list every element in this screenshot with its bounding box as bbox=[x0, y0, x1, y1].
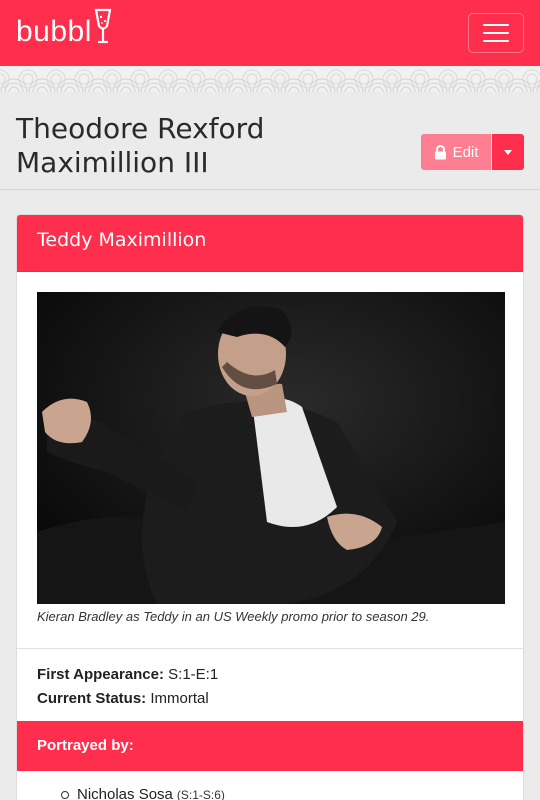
edit-dropdown-toggle[interactable] bbox=[492, 134, 524, 170]
list-item: Nicholas Sosa (S:1-S:6) bbox=[61, 786, 225, 800]
character-name: Teddy Maximillion bbox=[37, 229, 207, 251]
fact-label: Current Status: bbox=[37, 690, 147, 707]
champagne-glass-icon bbox=[93, 8, 113, 50]
portrayed-by-header: Portrayed by: bbox=[17, 721, 523, 771]
portrayed-by-title: Portrayed by: bbox=[37, 737, 134, 754]
edit-button-label: Edit bbox=[452, 143, 479, 161]
portrayal-range: (S:1-S:6) bbox=[176, 787, 225, 800]
fact-label: First Appearance: bbox=[37, 666, 164, 683]
edit-button[interactable]: Edit bbox=[421, 134, 491, 170]
menu-toggle-button[interactable] bbox=[468, 13, 524, 53]
divider bbox=[17, 648, 523, 649]
page-header: Theodore Rexford Maximillion III Edit bbox=[0, 92, 540, 190]
hamburger-menu-icon bbox=[483, 24, 509, 26]
lock-icon bbox=[434, 144, 446, 159]
fact-current-status: Current Status: Immortal bbox=[37, 687, 218, 711]
caret-down-icon bbox=[504, 149, 512, 155]
actor-name[interactable]: Nicholas Sosa bbox=[77, 786, 173, 800]
character-facts: First Appearance: S:1-E:1 Current Status… bbox=[37, 663, 218, 711]
character-card: Teddy Maximillion Kieran Bradley as Tedd… bbox=[16, 214, 524, 800]
brand-logo[interactable]: bubbl bbox=[16, 8, 113, 54]
photo-caption: Kieran Bradley as Teddy in an US Weekly … bbox=[37, 609, 430, 624]
character-photo bbox=[37, 292, 505, 604]
top-navbar: bubbl bbox=[0, 0, 540, 66]
brand-name: bubbl bbox=[16, 15, 92, 48]
fact-value: Immortal bbox=[150, 690, 209, 707]
decorative-pattern bbox=[0, 66, 540, 92]
bullet-icon bbox=[61, 790, 69, 799]
card-header: Teddy Maximillion bbox=[17, 215, 523, 272]
fact-value: S:1-E:1 bbox=[168, 666, 219, 683]
fact-first-appearance: First Appearance: S:1-E:1 bbox=[37, 663, 218, 687]
page-title: Theodore Rexford Maximillion III bbox=[16, 112, 265, 179]
